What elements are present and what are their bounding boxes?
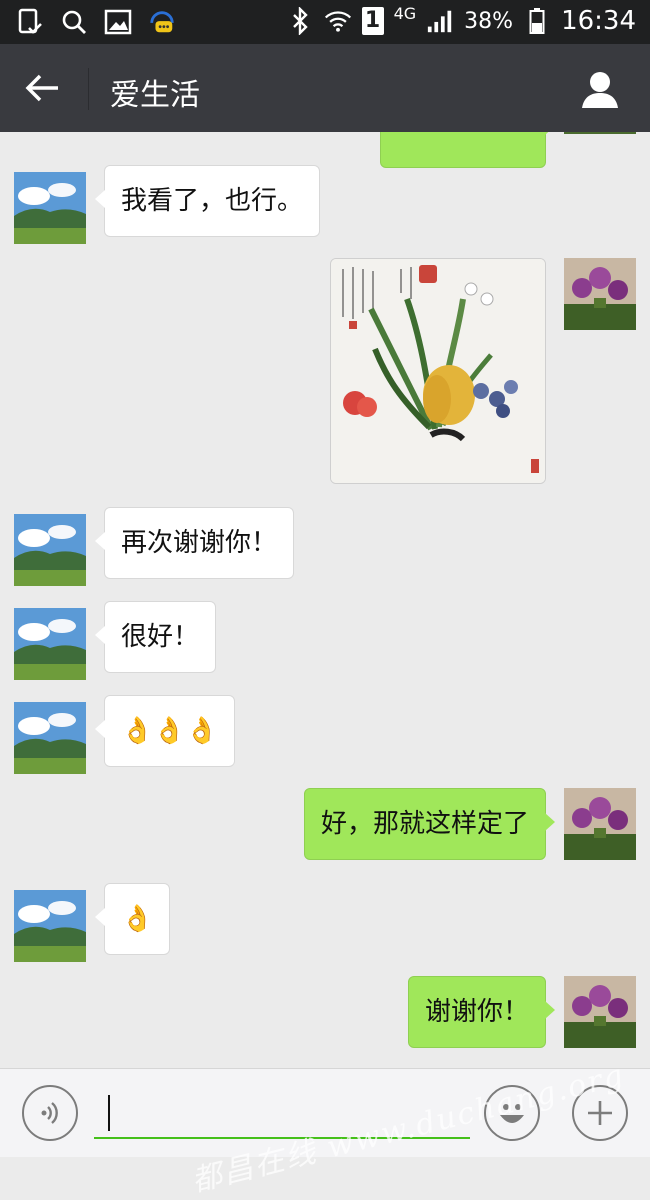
status-bar: 1 4G 38% 16:34 bbox=[0, 0, 650, 44]
contact-avatar[interactable] bbox=[14, 890, 86, 962]
signal-icon bbox=[426, 7, 454, 35]
voice-icon[interactable] bbox=[22, 1085, 78, 1141]
image-icon bbox=[104, 8, 132, 36]
assistant-icon bbox=[148, 8, 176, 36]
battery-percent: 38% bbox=[464, 8, 514, 34]
phone-check-icon bbox=[16, 8, 44, 36]
contact-avatar[interactable] bbox=[14, 702, 86, 774]
sim-slot-indicator: 1 bbox=[361, 7, 384, 35]
contact-avatar[interactable] bbox=[14, 514, 86, 586]
network-type: 4G bbox=[393, 3, 417, 23]
header-divider bbox=[88, 68, 89, 110]
emoji-bubble[interactable]: 👌 bbox=[94, 883, 171, 955]
my-avatar[interactable] bbox=[564, 976, 636, 1048]
my-avatar[interactable] bbox=[564, 132, 636, 134]
contact-avatar[interactable] bbox=[14, 608, 86, 680]
outgoing-bubble[interactable] bbox=[380, 132, 555, 168]
text-cursor bbox=[108, 1095, 110, 1131]
outgoing-bubble[interactable]: 谢谢你！ bbox=[407, 976, 556, 1048]
clock: 16:34 bbox=[561, 6, 636, 36]
battery-icon bbox=[523, 7, 551, 35]
search-icon bbox=[60, 8, 88, 36]
incoming-bubble[interactable]: 很好！ bbox=[94, 601, 217, 673]
emoji-bubble[interactable]: 👌👌👌 bbox=[94, 695, 236, 767]
image-message[interactable] bbox=[330, 258, 546, 484]
my-avatar[interactable] bbox=[564, 788, 636, 860]
person-icon[interactable] bbox=[578, 68, 622, 112]
chat-title: 爱生活 bbox=[110, 78, 200, 113]
my-avatar[interactable] bbox=[564, 258, 636, 330]
wifi-icon bbox=[324, 7, 352, 35]
message-list[interactable]: 我看了，也行。 再次谢谢你！ 很好！ 👌👌👌 好，那就这样定了 👌 谢谢你！ bbox=[0, 132, 650, 1068]
input-bar: 都昌在线 www.duchang.org bbox=[0, 1058, 650, 1199]
incoming-bubble[interactable]: 我看了，也行。 bbox=[94, 165, 321, 237]
arrow-left-icon[interactable] bbox=[22, 68, 62, 108]
incoming-bubble[interactable]: 再次谢谢你！ bbox=[94, 507, 295, 579]
outgoing-bubble[interactable]: 好，那就这样定了 bbox=[303, 788, 556, 860]
painting-image bbox=[331, 259, 545, 483]
chat-header: 爱生活 bbox=[0, 44, 650, 132]
bluetooth-icon bbox=[286, 7, 314, 35]
contact-avatar[interactable] bbox=[14, 172, 86, 244]
